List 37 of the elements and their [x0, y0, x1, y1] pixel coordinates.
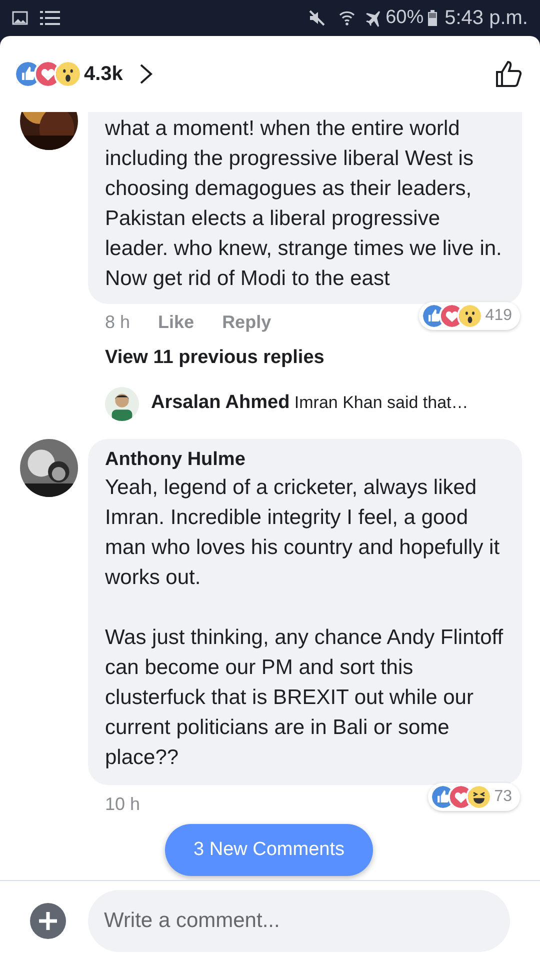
- surprised-face-icon: [459, 305, 482, 327]
- add-icon[interactable]: [30, 902, 66, 938]
- like-reaction-icon: [16, 62, 40, 86]
- reactions-summary[interactable]: 73: [428, 782, 520, 810]
- mute-icon: [308, 9, 326, 27]
- chevron-right-icon[interactable]: [138, 63, 153, 85]
- clock-time: 5:43 p.m.: [444, 6, 528, 31]
- comment-input[interactable]: Write a comment...: [88, 890, 510, 952]
- like-reaction-icon: [432, 786, 454, 808]
- list-icon: [40, 10, 60, 26]
- reply-link[interactable]: Reply: [222, 308, 272, 336]
- like-icon[interactable]: [494, 59, 524, 89]
- laughing-face-icon: [468, 786, 490, 808]
- view-replies-link[interactable]: View 11 previous replies: [105, 344, 324, 372]
- wifi-icon: [338, 9, 356, 27]
- reaction-count[interactable]: 4.3k: [84, 59, 123, 89]
- comment-time: 10 h: [105, 793, 140, 816]
- image-icon: [12, 11, 28, 25]
- comment-text: Was just thinking, any chance Andy Flintoff can become our PM and sort this clusterfuck that is BREXIT out while our current politicians are in Bali or some place??: [105, 624, 504, 770]
- heart-reaction-icon: [36, 62, 60, 86]
- heart-reaction-icon: [441, 305, 464, 327]
- comment-text: Yeah, legend of a cricketer, always liked Imran. Incredible integrity I feel, a good man who loves his country and hopefully it works out.: [105, 474, 501, 590]
- comment-text: what a moment! when the entire world including the progressive liberal West is choosing demagogues as their leaders, Pakistan elects a liberal progressive leader. who knew, strange times we live in. Now get rid of Modi to the east: [105, 116, 503, 292]
- heart-reaction-icon: [450, 786, 472, 808]
- new-comments-button[interactable]: 3 New Comments: [165, 824, 373, 876]
- airplane-icon: [364, 9, 382, 27]
- battery-icon: [428, 10, 437, 26]
- reply-preview[interactable]: Arsalan Ahmed Imran Khan said that…: [151, 389, 468, 418]
- reaction-count: 73: [494, 786, 512, 806]
- like-reaction-icon: [423, 305, 446, 327]
- like-link[interactable]: Like: [158, 308, 194, 336]
- reactions-summary[interactable]: 419: [419, 302, 520, 330]
- commenter-name[interactable]: Anthony Hulme: [105, 446, 505, 472]
- reaction-count: 419: [485, 306, 512, 326]
- battery-percentage: 60%: [386, 6, 424, 30]
- comment-time: 8 h: [105, 310, 130, 334]
- surprised-face-icon: [56, 62, 80, 86]
